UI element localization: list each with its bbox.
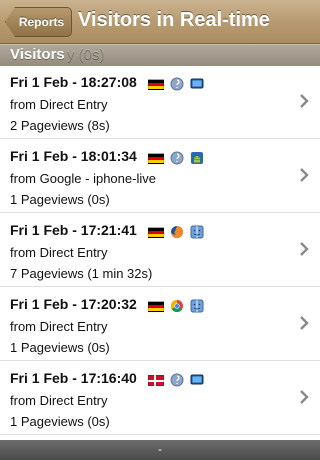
visit-pageviews: 1 Pageviews (0s) [10,192,110,207]
android-icon [191,152,203,164]
visitor-row[interactable]: Fri 1 Feb - 17:20:32 from Direct Entry 1… [0,288,320,361]
chevron-right-icon [300,94,309,108]
section-header: Visitors y (0s) [0,44,320,66]
visitor-row[interactable]: Fri 1 Feb - 18:01:34 from Google - iphon… [0,140,320,213]
mac-finder-icon [190,299,204,313]
visit-datetime: Fri 1 Feb - 17:21:41 [10,222,137,238]
browser-unknown-icon [170,77,184,91]
visit-pageviews: 1 Pageviews (0s) [10,414,110,429]
visit-source: from Google - iphone-live [10,171,156,186]
section-title: Visitors [10,46,65,63]
page-title: Visitors in Real-time [78,9,270,31]
visit-source: from Direct Entry [10,245,108,260]
visit-pageviews: 2 Pageviews (8s) [10,118,110,133]
chevron-right-icon [300,242,309,256]
germany-flag-icon [148,226,164,238]
visit-datetime: Fri 1 Feb - 17:16:40 [10,370,137,386]
denmark-flag-icon [148,374,164,386]
visit-datetime: Fri 1 Feb - 18:27:08 [10,74,137,90]
os-desktop-icon [190,78,204,89]
firefox-icon [171,226,183,238]
visitor-icons [148,373,204,387]
bottom-toolbar: - [0,440,320,460]
visitor-list[interactable]: Fri 1 Feb - 18:27:08 from Direct Entry 2… [0,66,320,440]
visitor-row[interactable]: Fri 1 Feb - 17:16:40 from Direct Entry 1… [0,362,320,435]
chevron-right-icon [300,168,309,182]
bottom-toolbar-label: - [158,442,162,456]
visit-datetime: Fri 1 Feb - 18:01:34 [10,148,137,164]
germany-flag-icon [148,152,164,164]
section-ghost-text: y (0s) [67,46,105,63]
visitor-icons [148,77,204,91]
germany-flag-icon [148,78,164,90]
visitor-icons [148,225,204,239]
os-desktop-icon [190,374,204,385]
visitor-row[interactable]: Fri 1 Feb - 17:21:41 from Direct Entry 7… [0,214,320,287]
chevron-right-icon [300,390,309,404]
visit-source: from Direct Entry [10,393,108,408]
visitor-icons [148,151,204,165]
visit-pageviews: 1 Pageviews (0s) [10,340,110,355]
browser-unknown-icon [170,151,184,165]
visitor-icons [148,299,204,313]
chrome-icon [170,300,183,313]
chevron-right-icon [300,316,309,330]
visit-source: from Direct Entry [10,319,108,334]
germany-flag-icon [148,300,164,312]
visit-pageviews: 7 Pageviews (1 min 32s) [10,266,153,281]
visit-source: from Direct Entry [10,97,108,112]
browser-unknown-icon [170,373,184,387]
visitor-row[interactable]: Fri 1 Feb - 18:27:08 from Direct Entry 2… [0,66,320,139]
reports-back-button[interactable]: Reports [5,7,72,37]
visit-datetime: Fri 1 Feb - 17:20:32 [10,296,137,312]
mac-finder-icon [190,225,204,239]
navigation-bar: Reports Visitors in Real-time [0,0,320,44]
